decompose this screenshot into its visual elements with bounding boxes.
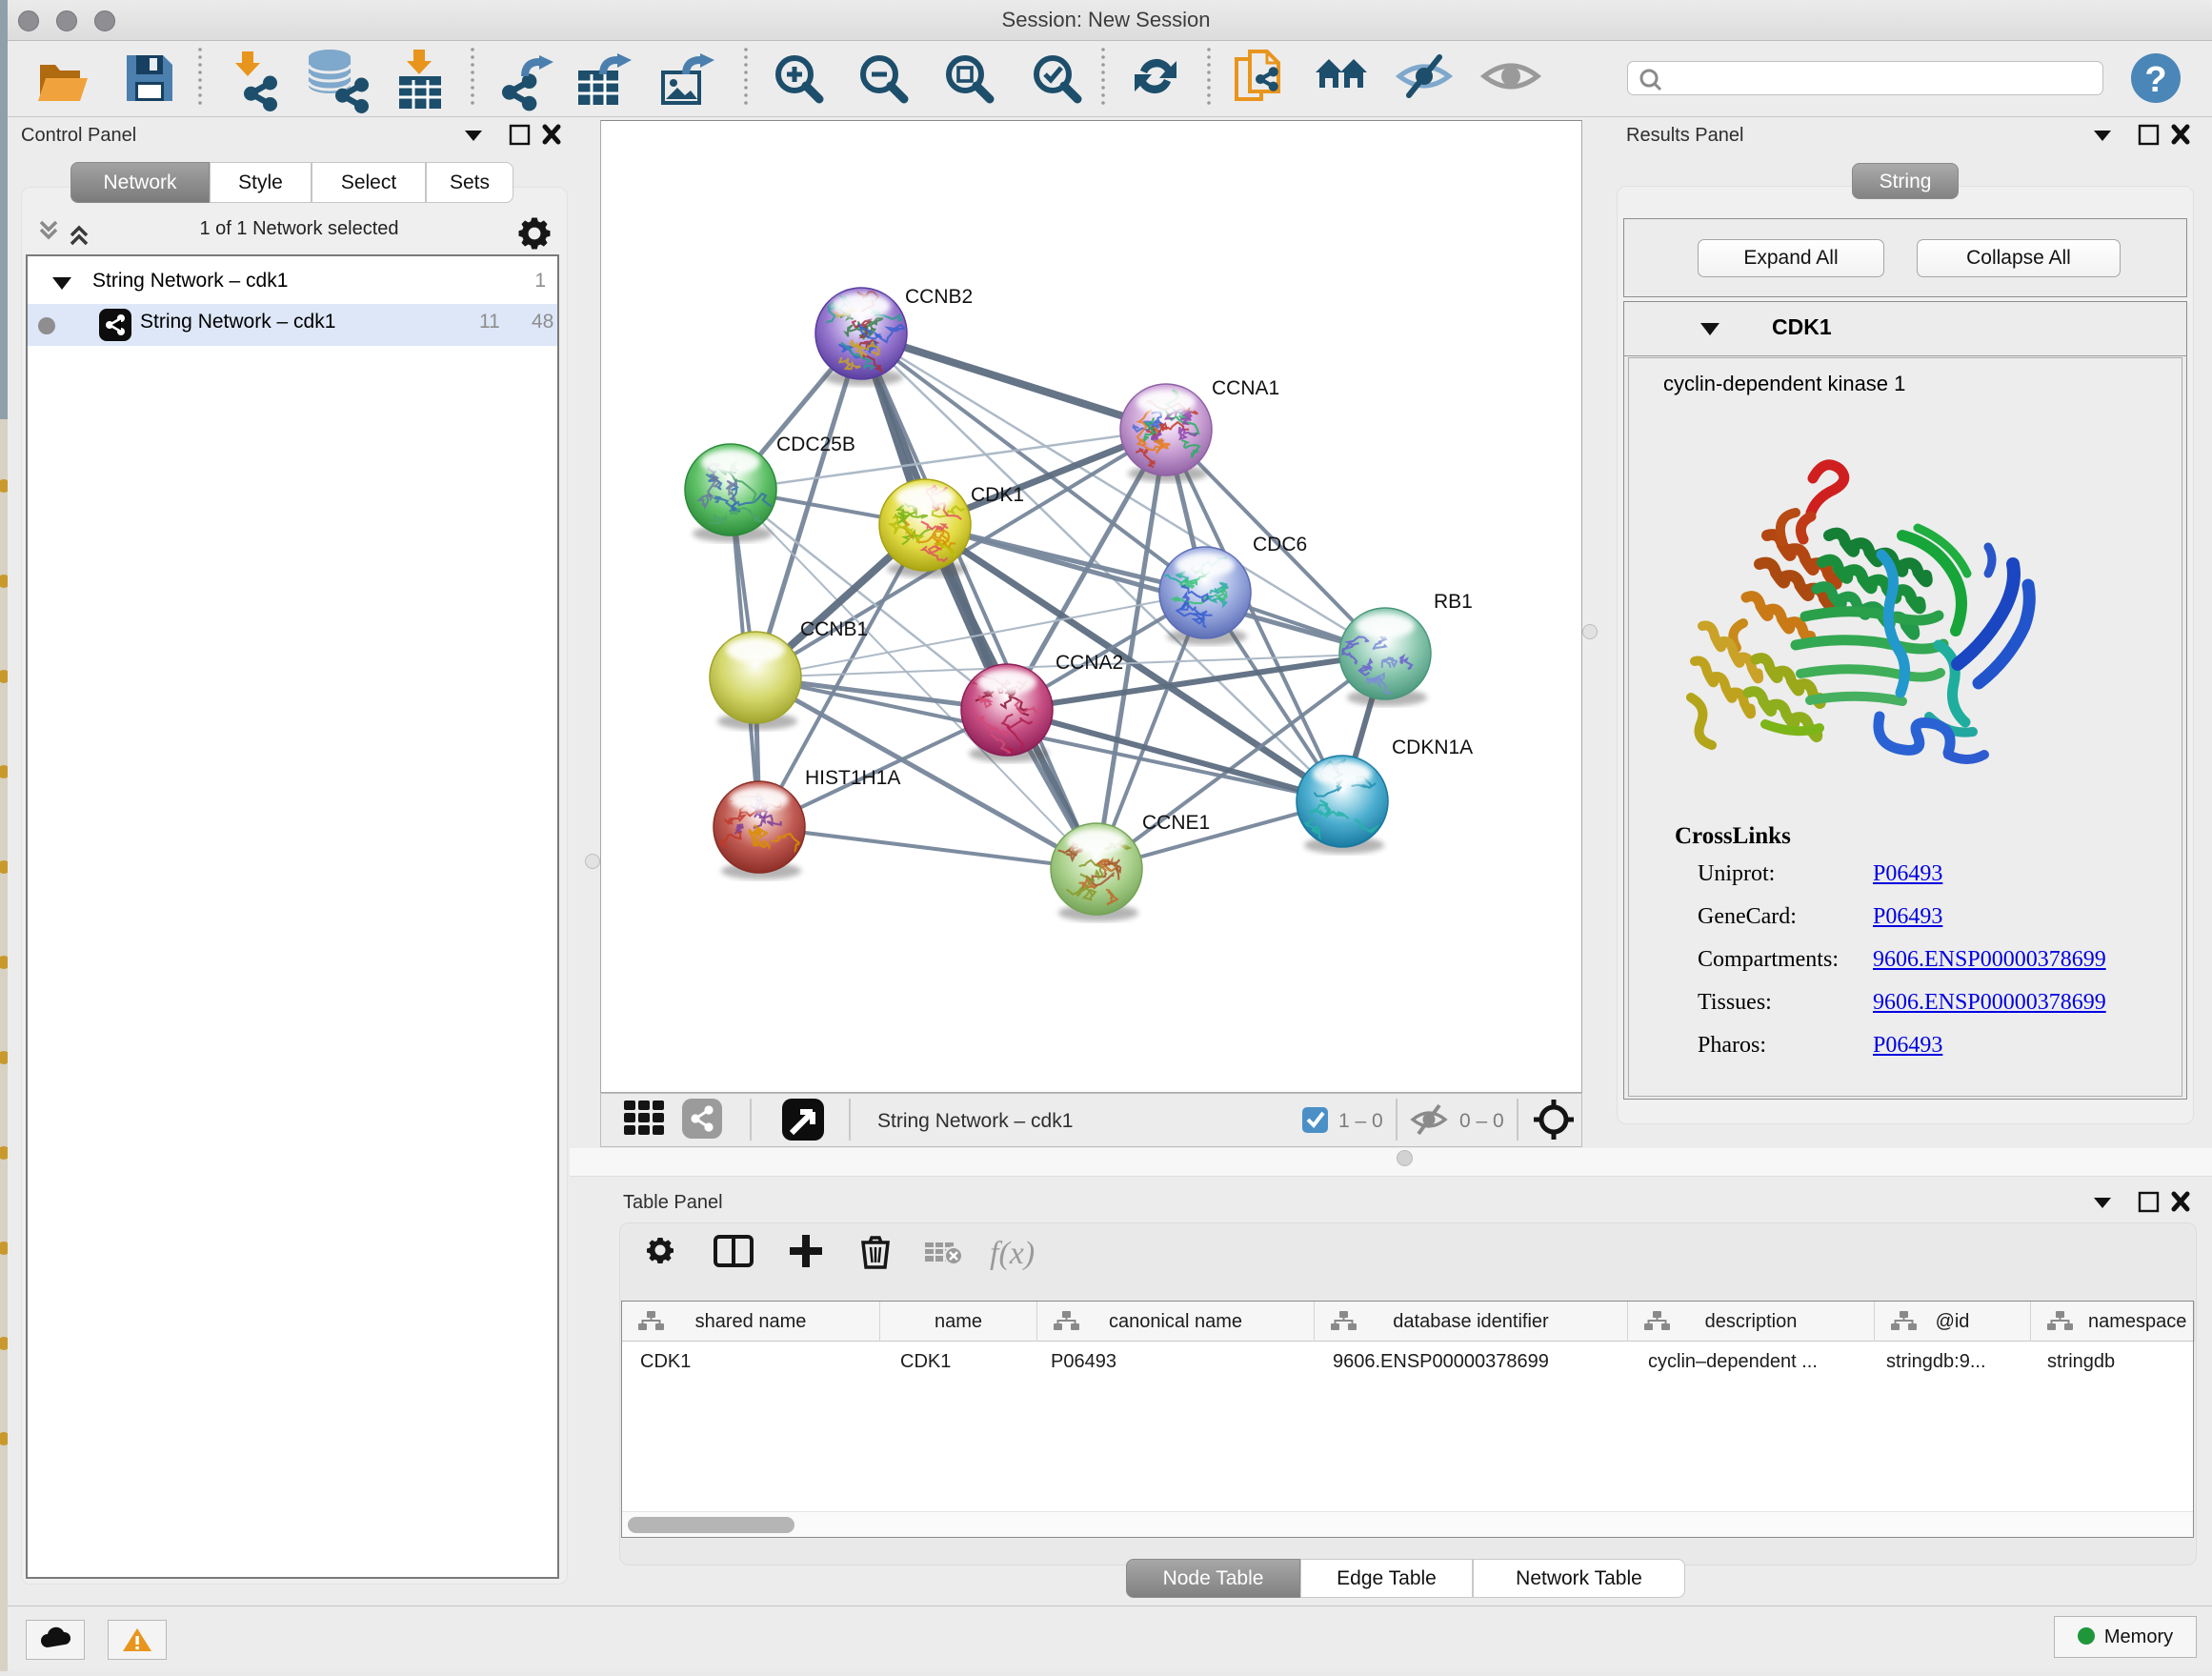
svg-text:0 – 0: 0 – 0 (1459, 1110, 1504, 1132)
svg-text:HIST1H1A: HIST1H1A (805, 767, 900, 789)
svg-text:RB1: RB1 (1434, 591, 1473, 613)
svg-text:CDK1: CDK1 (971, 484, 1024, 506)
svg-text:CCNA2: CCNA2 (1056, 652, 1123, 674)
svg-text:1 – 0: 1 – 0 (1338, 1110, 1383, 1132)
svg-text:CCNB1: CCNB1 (800, 618, 868, 640)
svg-text:CCNE1: CCNE1 (1142, 812, 1210, 834)
svg-text:CCNB2: CCNB2 (905, 286, 973, 308)
svg-text:CDC25B: CDC25B (776, 434, 855, 455)
svg-text:CDKN1A: CDKN1A (1392, 737, 1473, 758)
svg-text:CDC6: CDC6 (1253, 534, 1307, 555)
svg-text:CCNA1: CCNA1 (1212, 377, 1279, 399)
svg-text:f(x): f(x) (990, 1236, 1035, 1271)
svg-text:String Network – cdk1: String Network – cdk1 (877, 1110, 1073, 1132)
svg-text:?: ? (2144, 60, 2166, 100)
